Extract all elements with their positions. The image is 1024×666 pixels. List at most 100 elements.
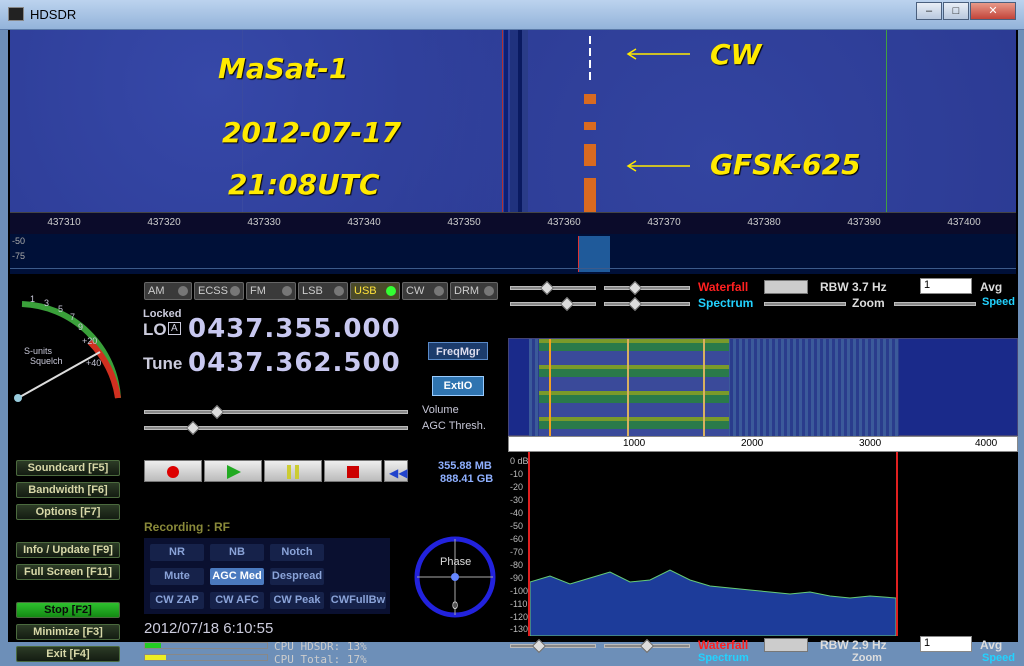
agc-threshold-slider[interactable] [144, 426, 408, 430]
mode-ecss-button[interactable]: ECSS [194, 282, 244, 300]
lo-frequency[interactable]: 0437.355.000 [188, 314, 401, 344]
tune-frequency[interactable]: 0437.362.500 [188, 348, 401, 378]
af-level: -30 [510, 495, 524, 505]
mode-cw-button[interactable]: CW [402, 282, 448, 300]
cw-peak-button[interactable]: CW Peak [270, 592, 324, 609]
freqmgr-button[interactable]: FreqMgr [428, 342, 488, 360]
close-window-button[interactable]: ✕ [970, 2, 1016, 20]
freq-tick: 437380 [747, 217, 781, 228]
mode-fm-button[interactable]: FM [246, 282, 296, 300]
s-scale-label: 5 [58, 304, 64, 314]
gfsk-burst [584, 122, 596, 130]
lo-a-badge[interactable]: A [168, 322, 181, 335]
cw-fullbw-button[interactable]: CWFullBw [330, 592, 386, 609]
play-icon [227, 465, 241, 479]
info-update-button[interactable]: Info / Update [F9] [16, 542, 120, 558]
app-icon [8, 7, 24, 21]
slider-knob[interactable] [531, 638, 547, 654]
slider-knob[interactable] [559, 296, 575, 312]
exit-button[interactable]: Exit [F4] [16, 646, 120, 662]
af-level: -110 [510, 599, 528, 609]
annotation-time: 21:08UTC [228, 168, 380, 201]
af-waterfall-min-slider[interactable] [510, 644, 596, 648]
avg-select[interactable]: 1 [920, 636, 972, 652]
af-bottom-controls: Waterfall RBW 2.9 Hz 1 Avg Spectrum Zoom… [508, 636, 1018, 664]
mode-label: ECSS [198, 285, 228, 297]
notch-button[interactable]: Notch [270, 544, 324, 561]
rbw-label: RBW 3.7 Hz [820, 280, 887, 294]
cw-afc-button[interactable]: CW AFC [210, 592, 264, 609]
level-label: -50 [12, 236, 26, 246]
rf-spectrum[interactable]: -50 -75 [10, 234, 1016, 274]
avg-select[interactable]: 1 [920, 278, 972, 294]
af-spectrum[interactable]: 0 dB -10 -20 -30 -40 -50 -60 -70 -80 -90… [508, 452, 1018, 636]
af-level: -50 [510, 521, 524, 531]
cw-zap-button[interactable]: CW ZAP [150, 592, 204, 609]
nb-button[interactable]: NB [210, 544, 264, 561]
af-level: -80 [510, 560, 524, 570]
slider-knob[interactable] [627, 296, 643, 312]
band-edge-line [886, 30, 887, 212]
mode-am-button[interactable]: AM [144, 282, 192, 300]
stop-playback-button[interactable] [324, 460, 382, 482]
af-carrier-line [703, 339, 705, 437]
rf-waterfall[interactable]: MaSat-1 2012-07-17 21:08UTC CW GFSK-625 [10, 30, 1016, 212]
pause-icon [287, 465, 299, 479]
af-tick: 3000 [859, 438, 882, 449]
freq-tick: 437320 [147, 217, 181, 228]
filter-passband[interactable] [578, 236, 610, 272]
record-button[interactable] [144, 460, 202, 482]
af-signal-band [539, 339, 729, 437]
af-spectrum-max-slider[interactable] [604, 302, 690, 306]
volume-knob[interactable] [209, 404, 225, 420]
nr-button[interactable]: NR [150, 544, 204, 561]
play-button[interactable] [204, 460, 262, 482]
extio-button[interactable]: ExtIO [432, 376, 484, 396]
soundcard-button[interactable]: Soundcard [F5] [16, 460, 120, 476]
minimize-window-button[interactable]: ‒ [916, 2, 942, 20]
spectrum-label: Spectrum [698, 652, 749, 664]
waterfall-label: Waterfall [698, 280, 749, 294]
zoom-arrows[interactable] [764, 638, 808, 652]
phase-label: Phase [440, 556, 472, 568]
volume-slider[interactable] [144, 410, 408, 414]
slider-knob[interactable] [639, 638, 655, 654]
af-level: 0 dB [510, 456, 529, 466]
mode-usb-button[interactable]: USB [350, 282, 400, 300]
full-screen-button[interactable]: Full Screen [F11] [16, 564, 120, 580]
pause-button[interactable] [264, 460, 322, 482]
af-carrier-line [627, 339, 629, 437]
options-button[interactable]: Options [F7] [16, 504, 120, 520]
window-title: HDSDR [30, 7, 77, 22]
mute-button[interactable]: Mute [150, 568, 204, 585]
agc-threshold-knob[interactable] [185, 420, 201, 436]
rf-frequency-scale[interactable]: 437310 437320 437330 437340 437350 43736… [10, 212, 1016, 234]
af-waterfall-max-slider[interactable] [604, 286, 690, 290]
stop-button[interactable]: Stop [F2] [16, 602, 120, 618]
locked-label: Locked [143, 308, 182, 320]
maximize-window-button[interactable]: □ [943, 2, 969, 20]
agc-button[interactable]: AGC Med [210, 568, 264, 585]
control-panel: S-units Squelch 1 3 5 7 9 +20 +40 Soundc… [8, 276, 1018, 666]
despread-button[interactable]: Despread [270, 568, 324, 585]
mode-lsb-button[interactable]: LSB [298, 282, 348, 300]
rbw-label: RBW 2.9 Hz [820, 638, 887, 652]
agc-threshold-label: AGC Thresh. [422, 420, 486, 432]
minimize-button[interactable]: Minimize [F3] [16, 624, 120, 640]
speed-slider[interactable] [894, 302, 976, 306]
af-spectrum-min-slider[interactable] [510, 302, 596, 306]
rewind-button[interactable]: ◀◀ [384, 460, 408, 482]
annotation-gfsk: GFSK-625 [710, 148, 861, 181]
bandwidth-button[interactable]: Bandwidth [F6] [16, 482, 120, 498]
hdsdr-main: MaSat-1 2012-07-17 21:08UTC CW GFSK-625 … [8, 30, 1018, 666]
slider-knob[interactable] [627, 280, 643, 296]
record-icon [167, 466, 179, 478]
af-tick: 1000 [623, 438, 646, 449]
slider-knob[interactable] [539, 280, 555, 296]
dsp-panel: NR NB Notch Mute AGC Med Despread CW ZAP… [144, 538, 390, 614]
af-waterfall[interactable] [508, 338, 1018, 437]
af-frequency-scale[interactable]: 1000 2000 3000 4000 [508, 436, 1018, 452]
zoom-arrows[interactable] [764, 280, 808, 294]
mode-drm-button[interactable]: DRM [450, 282, 498, 300]
zoom-slider[interactable] [764, 302, 846, 306]
